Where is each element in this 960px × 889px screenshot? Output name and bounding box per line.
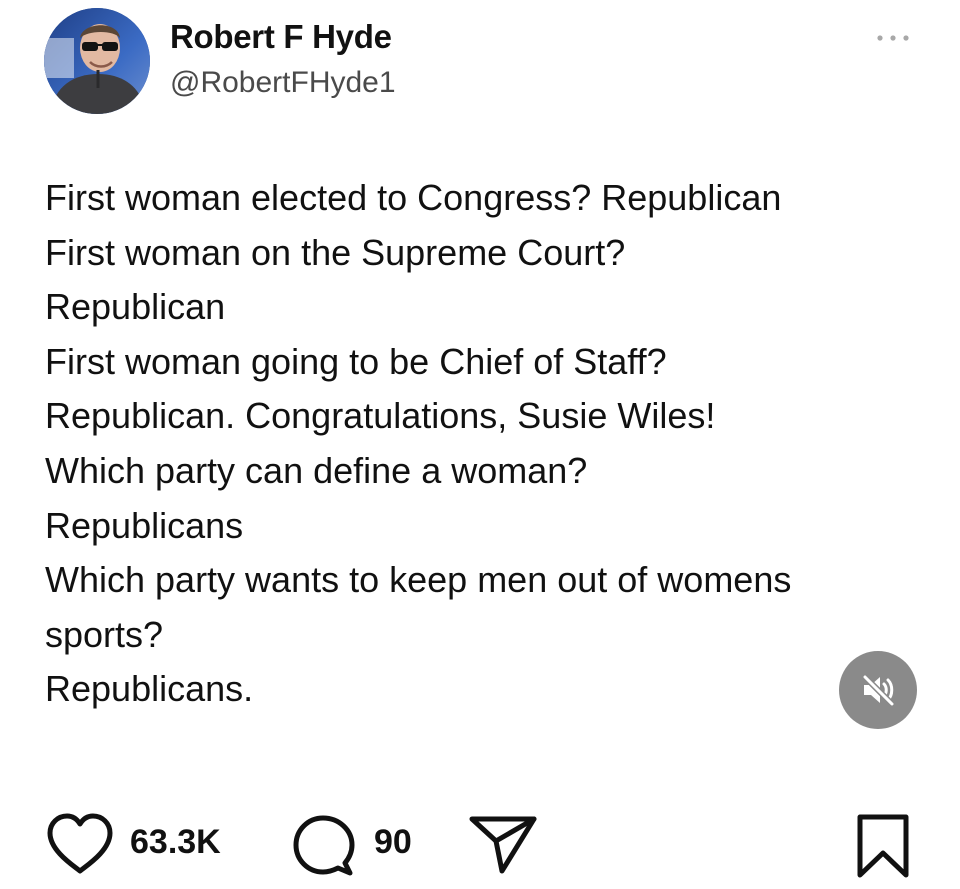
speaker-muted-icon [862,674,895,707]
post-text-line: First woman going to be Chief of Staff? [45,340,667,382]
author-avatar[interactable] [44,8,150,114]
likes-count[interactable]: 63.3K [130,823,221,862]
like-button[interactable] [44,811,116,877]
comments-count[interactable]: 90 [374,823,412,862]
author-handle[interactable]: @RobertFHyde1 [170,66,396,100]
bookmark-button[interactable] [855,813,911,879]
share-button[interactable] [468,813,538,875]
bookmark-icon [857,814,909,878]
author-display-name[interactable]: Robert F Hyde [170,18,392,56]
post-text-line: Republicans. [45,668,254,710]
post-text-line: Republicans [45,504,244,546]
post-text-line: Which party wants to keep men out of wom… [45,559,792,601]
more-dots-icon[interactable] [874,30,912,46]
post-text-line: Which party can define a woman? [45,449,588,491]
post-text-line: Republican. Congratulations, Susie Wiles… [45,395,716,437]
post-text-line: First woman on the Supreme Court? [45,231,626,273]
post-text-line: sports? [45,613,164,655]
post-card: Robert F Hyde @RobertFHyde1 First woman … [0,0,960,889]
comment-button[interactable] [292,813,356,879]
post-text-line: Republican [45,286,226,328]
heart-icon [47,813,113,874]
mute-button[interactable] [839,651,917,729]
post-text-line: First woman elected to Congress? Republi… [45,177,782,218]
comment-bubble-icon [293,815,355,876]
post-text: First woman elected to Congress? Republi… [45,171,925,717]
action-bar: 63.3K 90 [0,805,960,885]
send-icon [469,816,537,874]
